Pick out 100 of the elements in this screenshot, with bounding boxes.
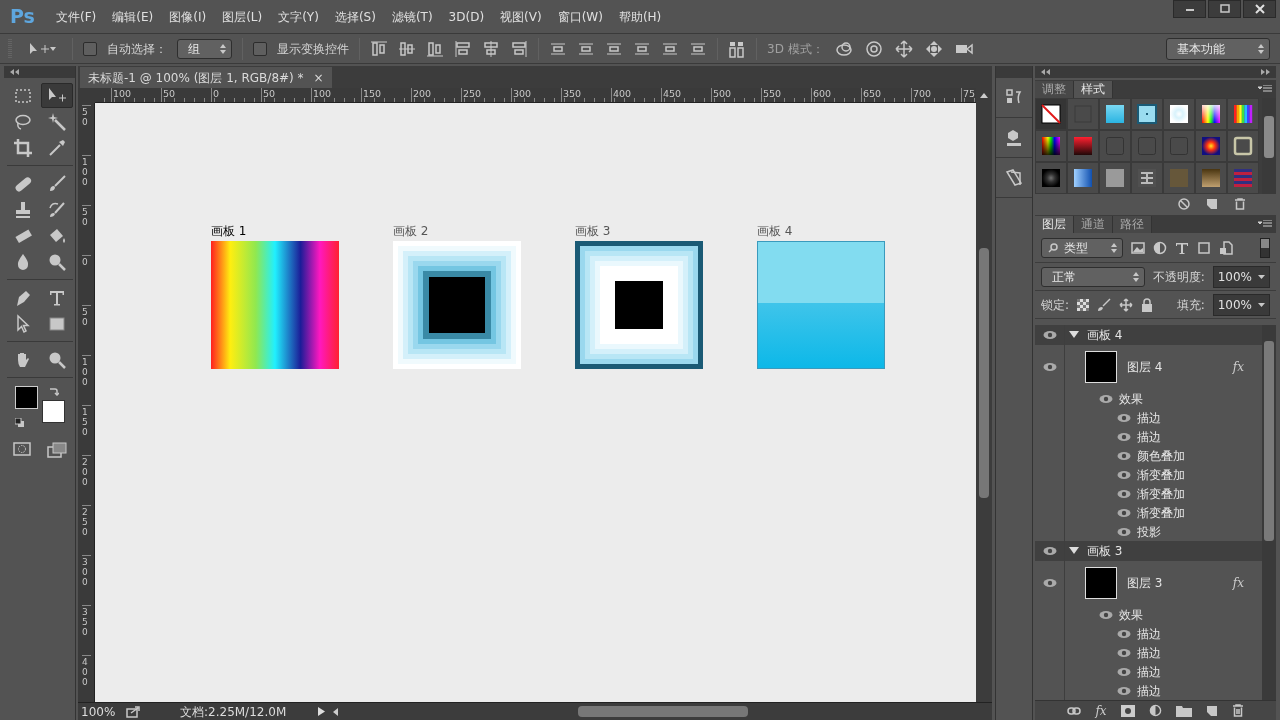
artboard-label[interactable]: 画板 2 <box>393 224 521 238</box>
align-icon[interactable] <box>482 39 500 58</box>
menu-item[interactable]: 图层(L) <box>214 7 271 26</box>
effect-name[interactable]: 渐变叠加 <box>1137 503 1185 522</box>
foreground-color-swatch[interactable] <box>14 386 38 409</box>
scrollbar-thumb[interactable] <box>979 248 989 498</box>
link-icon[interactable] <box>1067 706 1082 715</box>
filter-toggle[interactable] <box>1260 237 1270 258</box>
effects-label[interactable]: 效果 <box>1119 605 1143 624</box>
blend-mode-dropdown[interactable]: 正常 <box>1041 266 1145 287</box>
adjustment-icon[interactable] <box>1148 704 1162 717</box>
layer-thumbnail[interactable] <box>1085 567 1117 599</box>
style-swatch[interactable] <box>1035 130 1067 162</box>
align-icon[interactable] <box>510 39 528 58</box>
layer-filter-dropdown[interactable]: 类型 <box>1041 237 1123 258</box>
menu-item[interactable]: 编辑(E) <box>104 7 162 26</box>
eye-icon[interactable] <box>1117 450 1131 461</box>
panel-menu-icon[interactable] <box>1258 220 1272 228</box>
panel-scrollbar[interactable] <box>1262 325 1276 700</box>
eye-icon[interactable] <box>1117 488 1131 499</box>
style-swatch[interactable] <box>1163 98 1195 130</box>
move-tool[interactable] <box>40 83 73 108</box>
eye-icon[interactable] <box>1117 507 1131 518</box>
eye-icon[interactable] <box>1117 412 1131 423</box>
style-swatch[interactable] <box>1099 162 1131 194</box>
fill-field[interactable]: 100% <box>1212 293 1270 316</box>
style-swatch[interactable] <box>1035 162 1067 194</box>
minimize-button[interactable] <box>1173 0 1206 18</box>
effect-name[interactable]: 渐变叠加 <box>1137 484 1185 503</box>
menu-item[interactable]: 帮助(H) <box>610 7 670 26</box>
auto-select-dropdown[interactable]: 组 <box>177 38 232 59</box>
no-style-icon[interactable] <box>1178 197 1190 210</box>
style-swatch[interactable] <box>1035 98 1067 130</box>
effect-name[interactable]: 描边 <box>1137 427 1161 446</box>
eye-icon[interactable] <box>1042 362 1057 372</box>
align-icon[interactable] <box>398 39 416 58</box>
screen-mode-icon[interactable] <box>46 442 67 458</box>
style-swatch[interactable] <box>1227 162 1259 194</box>
eye-icon[interactable] <box>1042 330 1057 340</box>
style-swatch[interactable] <box>1227 130 1259 162</box>
panel-tab[interactable]: 图层 <box>1035 216 1074 233</box>
trash-icon[interactable] <box>1234 197 1246 210</box>
style-swatch[interactable] <box>1195 130 1227 162</box>
panel-tab[interactable]: 样式 <box>1074 81 1113 98</box>
effect-name[interactable]: 渐变叠加 <box>1137 465 1185 484</box>
menu-item[interactable]: 文件(F) <box>48 7 105 26</box>
swap-arrows-icon[interactable] <box>48 386 59 396</box>
artboard-label[interactable]: 画板 4 <box>757 224 885 238</box>
document-tab[interactable]: 未标题-1 @ 100% (图层 1, RGB/8#) * × <box>80 67 332 88</box>
add-style-label[interactable]: fx <box>1095 701 1107 720</box>
effect-name[interactable]: 描边 <box>1137 681 1161 700</box>
mask-icon[interactable] <box>1120 704 1135 717</box>
disclosure-triangle-icon[interactable] <box>1069 331 1079 339</box>
effect-name[interactable]: 颜色叠加 <box>1137 446 1185 465</box>
menu-item[interactable]: 文字(Y) <box>270 7 327 26</box>
style-swatch[interactable] <box>1099 98 1131 130</box>
image-filter-icon[interactable] <box>1131 240 1145 255</box>
eye-icon[interactable] <box>1117 469 1131 480</box>
effects-label[interactable]: 效果 <box>1119 389 1143 408</box>
eye-icon[interactable] <box>1042 546 1057 556</box>
trash-icon[interactable] <box>1231 704 1244 717</box>
zoom-level[interactable]: 100% <box>78 702 126 720</box>
restore-button[interactable] <box>1208 0 1241 18</box>
layer-name[interactable]: 图层 3 <box>1127 574 1163 592</box>
layer-thumbnail[interactable] <box>1085 351 1117 383</box>
effect-name[interactable]: 描边 <box>1137 662 1161 681</box>
share-icon[interactable] <box>126 705 140 718</box>
menu-item[interactable]: 滤镜(T) <box>383 7 441 26</box>
collapse-icon[interactable] <box>1041 69 1050 75</box>
style-swatch[interactable] <box>1227 98 1259 130</box>
shape-filter-icon[interactable] <box>1197 240 1211 255</box>
effect-name[interactable]: 描边 <box>1137 624 1161 643</box>
layer-group-name[interactable]: 画板 4 <box>1087 326 1123 344</box>
folder-icon[interactable] <box>1175 704 1192 717</box>
menu-item[interactable]: 3D(D) <box>440 7 493 26</box>
checkbox[interactable] <box>83 41 97 56</box>
layer-group-name[interactable]: 画板 3 <box>1087 542 1123 560</box>
layer-name[interactable]: 图层 4 <box>1127 358 1163 376</box>
eye-icon[interactable] <box>1117 628 1131 639</box>
default-colors-icon[interactable] <box>14 418 25 428</box>
opacity-field[interactable]: 100% <box>1212 265 1270 288</box>
scrollbar-thumb[interactable] <box>578 706 748 717</box>
scrollbar-thumb[interactable] <box>1264 116 1274 158</box>
auto-align-icon[interactable] <box>728 39 746 58</box>
effect-name[interactable]: 投影 <box>1137 522 1161 541</box>
panel-tab[interactable]: 路径 <box>1113 216 1152 233</box>
style-swatch[interactable] <box>1131 98 1163 130</box>
effect-name[interactable]: 描边 <box>1137 408 1161 427</box>
close-button[interactable] <box>1243 0 1276 18</box>
pan-icon[interactable] <box>893 39 914 58</box>
align-icon[interactable] <box>370 39 388 58</box>
align-icon[interactable] <box>454 39 472 58</box>
style-swatch[interactable] <box>1163 162 1195 194</box>
brush-icon[interactable] <box>1097 297 1112 312</box>
eye-icon[interactable] <box>1117 526 1131 537</box>
style-swatch[interactable] <box>1131 162 1163 194</box>
panel-tab[interactable]: 通道 <box>1074 216 1113 233</box>
collapse-icon[interactable] <box>10 69 19 75</box>
style-swatch[interactable] <box>1195 98 1227 130</box>
orbit-icon[interactable] <box>833 39 854 58</box>
